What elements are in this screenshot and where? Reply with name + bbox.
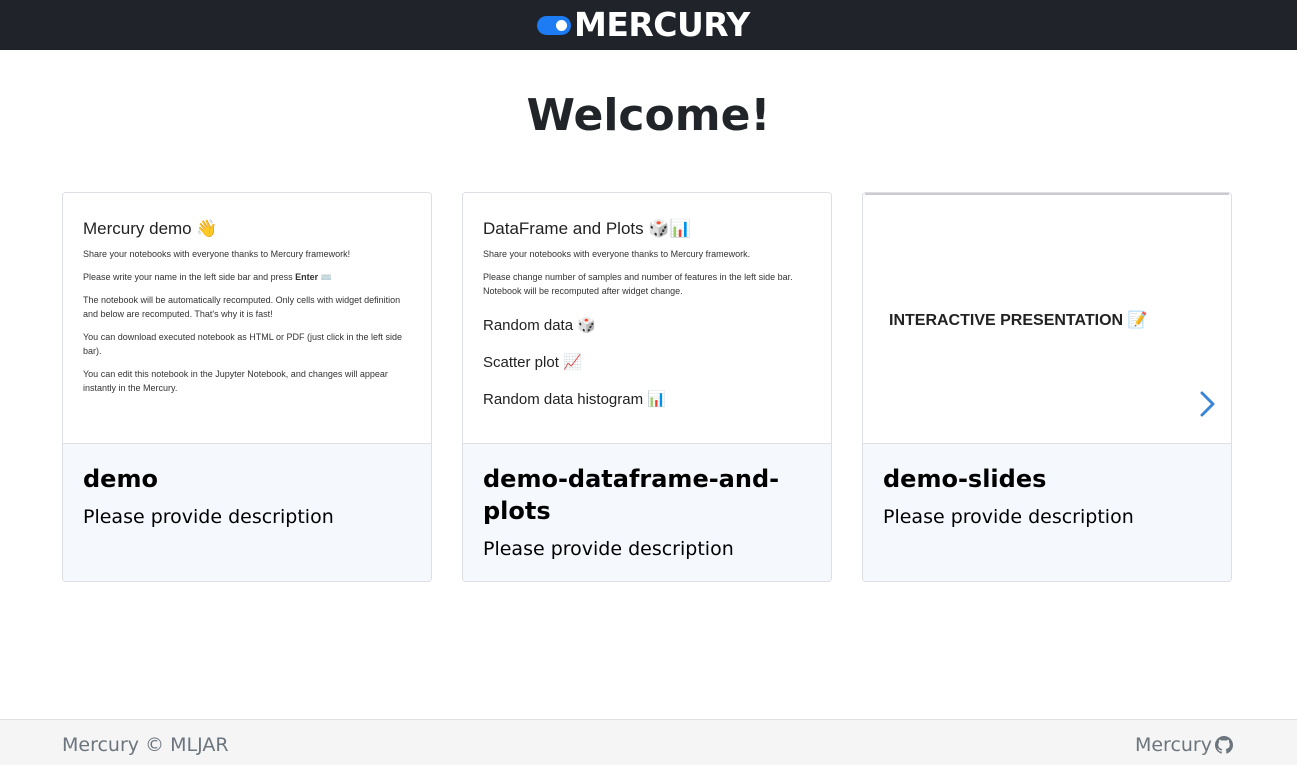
notebook-preview: Mercury demo 👋 Share your notebooks with…	[63, 193, 431, 444]
slides-preview: INTERACTIVE PRESENTATION 📝	[863, 193, 1231, 444]
preview-paragraph: Share your notebooks with everyone thank…	[83, 249, 351, 259]
footer-copyright: Mercury © MLJAR	[62, 734, 229, 756]
card-title[interactable]: demo	[83, 463, 411, 495]
card-body: demo-dataframe-and-plots Please provide …	[463, 444, 831, 581]
brand-name: MERCURY	[574, 5, 750, 44]
card-description: Please provide description	[83, 506, 334, 528]
notebook-preview: DataFrame and Plots 🎲📊 Share your notebo…	[463, 193, 831, 444]
card-body: demo Please provide description	[63, 444, 431, 581]
slide-progress-bar	[865, 193, 1229, 195]
preview-paragraph: Share your notebooks with everyone thank…	[483, 249, 751, 259]
preview-paragraph: Please write your name in the left side …	[83, 272, 332, 282]
preview-heading: DataFrame and Plots 🎲📊	[483, 219, 691, 238]
card-title[interactable]: demo-dataframe-and-plots	[483, 463, 811, 527]
page-title: Welcome!	[526, 90, 771, 141]
github-icon[interactable]	[1215, 736, 1233, 754]
notebook-card-demo[interactable]: Mercury demo 👋 Share your notebooks with…	[62, 192, 432, 582]
brand-logo[interactable]: MERCURY	[537, 8, 750, 42]
footer-github-link[interactable]: Mercury	[1135, 734, 1233, 756]
preview-heading: Mercury demo 👋	[83, 219, 218, 238]
preview-section-heading: Scatter plot 📈	[483, 354, 582, 371]
footer-link-label[interactable]: Mercury	[1135, 734, 1212, 756]
card-description: Please provide description	[883, 506, 1134, 528]
top-navbar: MERCURY	[0, 0, 1297, 50]
notebook-card-demo-dataframe-and-plots[interactable]: DataFrame and Plots 🎲📊 Share your notebo…	[462, 192, 832, 582]
preview-paragraph: You can download executed notebook as HT…	[83, 332, 403, 356]
preview-paragraph: The notebook will be automatically recom…	[83, 295, 401, 319]
slide-title: INTERACTIVE PRESENTATION 📝	[889, 312, 1148, 329]
preview-paragraph: You can edit this notebook in the Jupyte…	[83, 369, 388, 393]
notebook-card-demo-slides[interactable]: INTERACTIVE PRESENTATION 📝 demo-slides P…	[862, 192, 1232, 582]
card-description: Please provide description	[483, 538, 734, 560]
preview-section-heading: Random data histogram 📊	[483, 391, 666, 408]
card-title[interactable]: demo-slides	[883, 463, 1211, 495]
footer: Mercury © MLJAR Mercury	[0, 719, 1297, 765]
toggle-logo-icon	[537, 15, 571, 35]
preview-section-heading: Random data 🎲	[483, 317, 596, 334]
card-body: demo-slides Please provide description	[863, 444, 1231, 581]
chevron-right-icon[interactable]	[1199, 390, 1217, 418]
keyboard-icon: ⌨️	[320, 272, 332, 282]
enter-key-label: Enter	[295, 272, 319, 282]
preview-paragraph: Please change number of samples and numb…	[483, 272, 793, 296]
